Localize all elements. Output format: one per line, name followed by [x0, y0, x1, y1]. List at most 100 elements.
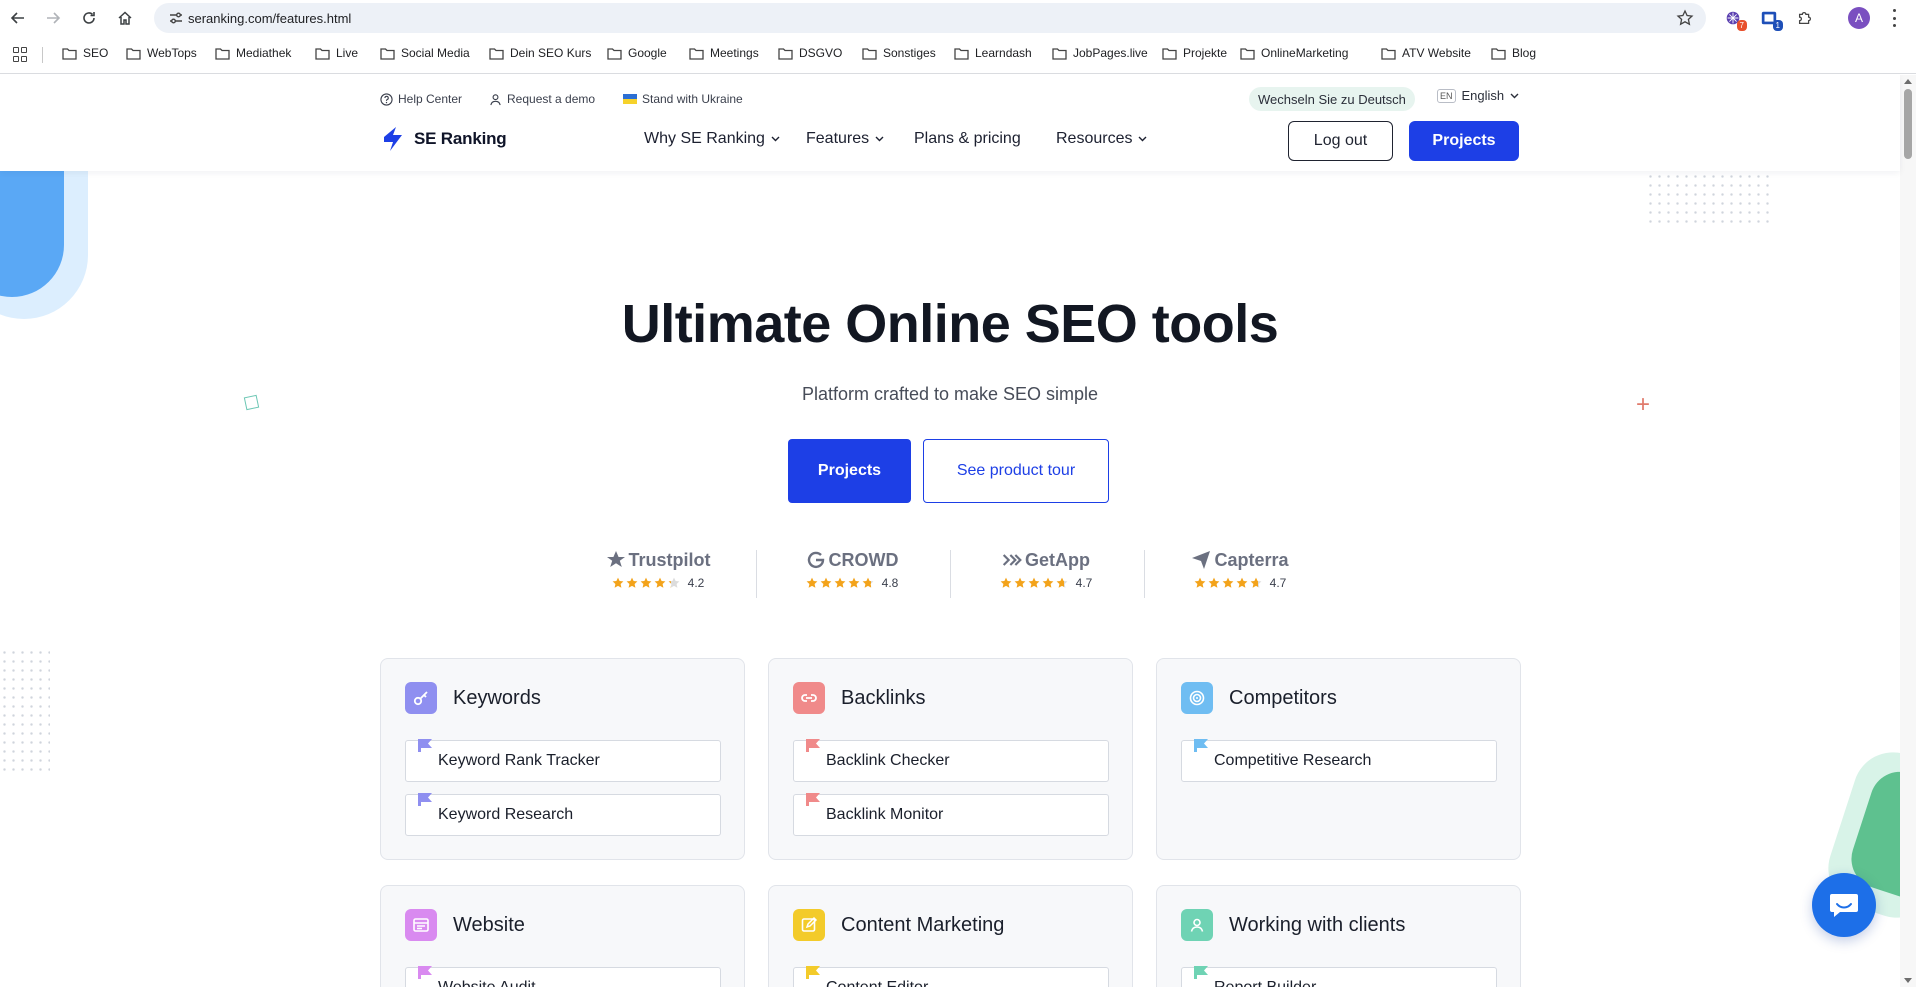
browser-menu-button[interactable] — [1886, 9, 1902, 27]
scroll-down-arrow[interactable] — [1904, 978, 1912, 983]
nav-label: Resources — [1056, 130, 1133, 147]
arrow-right-icon — [47, 12, 61, 24]
feature-link[interactable]: Backlink Monitor — [793, 793, 1109, 836]
bookmark-ribbon-icon — [1194, 966, 1208, 979]
site-info-icon[interactable] — [168, 10, 184, 26]
bookmark-folder[interactable]: WebTops — [126, 46, 197, 60]
hero-projects-button[interactable]: Projects — [788, 439, 911, 503]
feature-link-label: Backlink Checker — [826, 752, 950, 769]
divider — [950, 550, 951, 598]
card-title[interactable]: Website — [405, 909, 525, 941]
bookmark-ribbon-icon — [806, 739, 820, 752]
feature-link[interactable]: Backlink Checker — [793, 739, 1109, 782]
feature-link[interactable]: Competitive Research — [1181, 739, 1497, 782]
language-selector[interactable]: EN English — [1437, 88, 1519, 103]
card-title[interactable]: Working with clients — [1181, 909, 1405, 941]
bookmarks-bar: SEO WebTops Mediathek Live Social Media Dein … — [0, 36, 1916, 74]
nav-label: Plans & pricing — [914, 130, 1021, 147]
feature-card: Keywords Keyword Rank Tracker Keyword Rese… — [380, 658, 745, 860]
apps-grid-icon[interactable] — [13, 47, 29, 63]
bookmark-folder[interactable]: Learndash — [954, 46, 1032, 60]
divider — [1144, 550, 1145, 598]
bookmark-folder[interactable]: Social Media — [380, 46, 470, 60]
bookmark-folder[interactable]: ATV Website — [1381, 46, 1471, 60]
bookmark-label: OnlineMarketing — [1261, 46, 1349, 60]
reload-button[interactable] — [78, 7, 100, 29]
rating-brand: CROWD — [806, 548, 899, 572]
bookmark-folder[interactable]: SEO — [62, 46, 108, 60]
rating-badge[interactable]: GetApp 4.7 — [991, 548, 1101, 590]
bookmark-folder[interactable]: OnlineMarketing — [1240, 46, 1348, 60]
folder-icon — [315, 47, 330, 60]
chat-widget-button[interactable] — [1812, 873, 1876, 937]
feature-link[interactable]: Content Editor — [793, 966, 1109, 987]
help-center-link[interactable]: Help Center — [380, 92, 462, 106]
feature-card: Competitors Competitive Research — [1156, 658, 1521, 860]
product-tour-button[interactable]: See product tour — [923, 439, 1109, 503]
nav-resources[interactable]: Resources — [1056, 130, 1147, 148]
bookmark-folder[interactable]: DSGVO — [778, 46, 842, 60]
scrollbar-thumb[interactable] — [1904, 89, 1912, 159]
rating-badge[interactable]: Capterra 4.7 — [1185, 548, 1295, 590]
nav-why-se-ranking[interactable]: Why SE Ranking — [644, 130, 780, 148]
ukraine-flag-icon — [623, 94, 637, 104]
card-title[interactable]: Backlinks — [793, 682, 925, 714]
profile-avatar[interactable]: A — [1848, 7, 1870, 29]
bookmark-folder[interactable]: Mediathek — [215, 46, 291, 60]
card-icon — [1181, 682, 1213, 714]
chat-icon — [1830, 894, 1858, 917]
nav-plans-pricing[interactable]: Plans & pricing — [914, 130, 1021, 148]
stand-with-ukraine-link[interactable]: Stand with Ukraine — [623, 92, 743, 106]
feature-link[interactable]: Website Audit — [405, 966, 721, 987]
address-bar[interactable]: seranking.com/features.html — [154, 3, 1706, 33]
log-out-button[interactable]: Log out — [1288, 121, 1393, 161]
card-title[interactable]: Competitors — [1181, 682, 1337, 714]
star-icon — [1028, 577, 1040, 588]
request-demo-link[interactable]: Request a demo — [489, 92, 595, 106]
back-button[interactable] — [7, 7, 29, 29]
se-ranking-logo[interactable]: SE Ranking — [380, 125, 507, 153]
star-icon — [848, 577, 860, 588]
bookmark-folder[interactable]: Dein SEO Kurs — [489, 46, 591, 60]
bookmark-star-icon[interactable] — [1676, 9, 1694, 27]
card-icon — [793, 682, 825, 714]
client-user-icon — [1190, 918, 1204, 932]
browser-toolbar: seranking.com/features.html 7 1 A — [0, 0, 1916, 36]
folder-icon — [62, 47, 77, 60]
bookmark-folder[interactable]: JobPages.live — [1052, 46, 1148, 60]
puzzle-icon — [1798, 11, 1812, 25]
bookmark-folder[interactable]: Google — [607, 46, 667, 60]
feature-link[interactable]: Keyword Research — [405, 793, 721, 836]
bookmark-folder[interactable]: Sonstiges — [862, 46, 936, 60]
feature-card: Backlinks Backlink Checker Backlink Monito… — [768, 658, 1133, 860]
scroll-up-arrow[interactable] — [1904, 79, 1912, 84]
decorative-dots — [1646, 172, 1770, 224]
feature-link-label: Website Audit — [438, 979, 536, 987]
card-title-text: Content Marketing — [841, 913, 1005, 936]
extension-1[interactable]: 7 — [1722, 7, 1747, 31]
bookmark-folder[interactable]: Blog — [1491, 46, 1536, 60]
bookmark-folder[interactable]: Live — [315, 46, 358, 60]
page-scrollbar[interactable] — [1900, 75, 1916, 987]
header-projects-button[interactable]: Projects — [1409, 121, 1519, 161]
browser-window-icon — [413, 918, 429, 932]
extension-2[interactable]: 1 — [1758, 7, 1783, 31]
star-icon — [1194, 577, 1206, 588]
feature-link[interactable]: Keyword Rank Tracker — [405, 739, 721, 782]
switch-language-prompt[interactable]: Wechseln Sie zu Deutsch — [1249, 87, 1415, 111]
forward-button[interactable] — [42, 7, 64, 29]
home-button[interactable] — [114, 7, 136, 29]
card-title[interactable]: Keywords — [405, 682, 541, 714]
rating-badge[interactable]: Trustpilot 4.2 — [603, 548, 713, 590]
rating-badge[interactable]: CROWD 4.8 — [797, 548, 907, 590]
bookmark-folder[interactable]: Meetings — [689, 46, 759, 60]
bookmark-folder[interactable]: Projekte — [1162, 46, 1227, 60]
star-icon — [1000, 577, 1012, 588]
feature-link[interactable]: Report Builder — [1181, 966, 1497, 987]
extensions-button[interactable] — [1794, 7, 1816, 29]
nav-label: Why SE Ranking — [644, 130, 765, 147]
home-icon — [118, 11, 132, 25]
card-title[interactable]: Content Marketing — [793, 909, 1004, 941]
star-icon — [654, 577, 666, 588]
nav-features[interactable]: Features — [806, 130, 884, 148]
